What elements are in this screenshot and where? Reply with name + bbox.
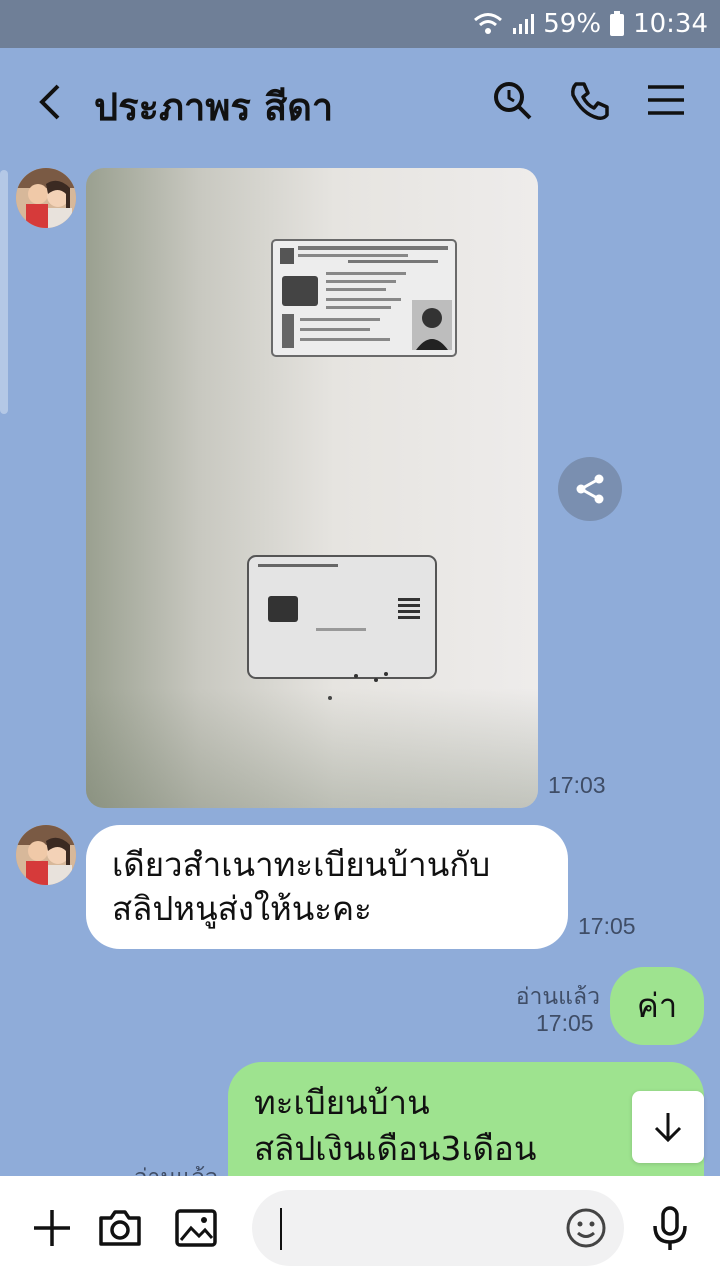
- outgoing-message[interactable]: ค่า: [610, 967, 704, 1045]
- wifi-icon: [473, 11, 503, 37]
- search-icon: [494, 82, 532, 120]
- text-caret: [280, 1208, 282, 1250]
- message-text-line: ทะเบียนบ้าน: [254, 1083, 430, 1122]
- plus-icon: [34, 1210, 70, 1246]
- chat-header: ประภาพร สีดา: [0, 48, 720, 160]
- message-input-bar: [0, 1176, 720, 1280]
- message-text-line: เดียวสำเนาทะเบียนบ้านกับ: [112, 845, 491, 884]
- clock: 10:34: [633, 9, 708, 39]
- status-bar: 59% 10:34: [0, 0, 720, 48]
- battery-percent: 59%: [543, 9, 602, 39]
- back-button[interactable]: [30, 80, 74, 124]
- contact-avatar[interactable]: [16, 825, 76, 885]
- phone-icon: [571, 82, 609, 120]
- microphone-icon: [653, 1206, 687, 1250]
- camera-icon: [99, 1210, 141, 1246]
- gallery-button[interactable]: [172, 1204, 220, 1252]
- image-icon: [175, 1209, 217, 1247]
- menu-icon: [648, 85, 684, 115]
- voice-button[interactable]: [646, 1204, 694, 1252]
- add-button[interactable]: [28, 1204, 76, 1252]
- chevron-left-icon: [39, 84, 60, 120]
- search-button[interactable]: [490, 78, 534, 122]
- message-time: 17:05: [536, 1010, 594, 1036]
- contact-avatar[interactable]: [16, 168, 76, 228]
- message-text: ค่า: [636, 986, 678, 1025]
- scroll-to-bottom-button[interactable]: [632, 1091, 704, 1163]
- share-icon: [576, 474, 604, 504]
- photo-shadow: [86, 688, 538, 808]
- chat-title: ประภาพร สีดา: [94, 85, 334, 129]
- camera-button[interactable]: [96, 1204, 144, 1252]
- incoming-message[interactable]: เดียวสำเนาทะเบียนบ้านกับ สลิปหนูส่งให้นะ…: [86, 825, 568, 949]
- signal-icon: [511, 12, 535, 36]
- call-button[interactable]: [568, 78, 612, 122]
- emoji-icon: [566, 1208, 606, 1248]
- menu-button[interactable]: [644, 78, 688, 122]
- message-text-line: สลิปเงินเดือน3เดือน: [254, 1129, 537, 1168]
- photo-message[interactable]: [86, 168, 538, 808]
- scroll-indicator: [0, 170, 8, 414]
- message-text-line: สลิปหนูส่งให้นะคะ: [112, 889, 372, 928]
- arrow-down-icon: [654, 1113, 682, 1143]
- message-time: 17:03: [548, 772, 606, 798]
- emoji-button[interactable]: [562, 1204, 610, 1252]
- message-time: 17:05: [578, 913, 636, 939]
- battery-icon: [609, 11, 625, 37]
- share-button[interactable]: [558, 457, 622, 521]
